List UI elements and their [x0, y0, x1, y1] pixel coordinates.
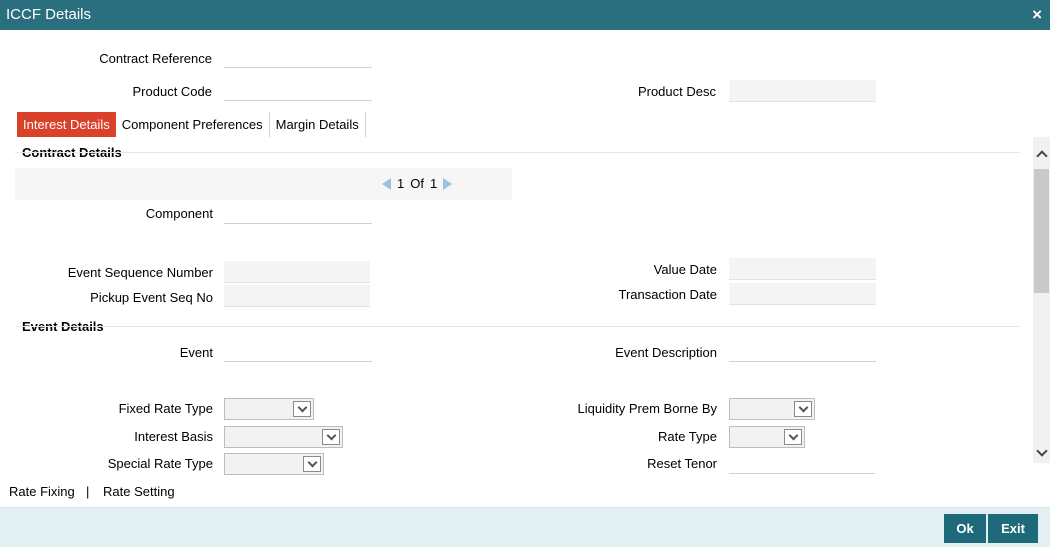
ok-button[interactable]: Ok [944, 514, 986, 543]
event-input[interactable] [224, 340, 372, 362]
tab-margin-details[interactable]: Margin Details [270, 112, 366, 137]
interest-details-panel: Contract Details 1 Of 1 Component Event … [0, 137, 1033, 475]
product-desc-label: Product Desc [637, 84, 716, 99]
tab-component-preferences[interactable]: Component Preferences [116, 112, 270, 137]
transaction-date-label: Transaction Date [618, 287, 717, 302]
tab-interest-details[interactable]: Interest Details [17, 112, 116, 137]
contract-reference-input[interactable] [224, 46, 372, 68]
pager-of: Of [410, 176, 424, 191]
rate-fixing-link[interactable]: Rate Fixing [9, 484, 75, 499]
event-sequence-number-field [224, 261, 370, 283]
tab-bar: Interest Details Component Preferences M… [17, 112, 366, 137]
interest-basis-label: Interest Basis [134, 429, 213, 444]
pickup-event-seq-field [224, 285, 370, 307]
next-arrow-icon[interactable] [443, 177, 453, 190]
chevron-down-icon[interactable] [794, 401, 812, 417]
pickup-event-seq-label: Pickup Event Seq No [90, 290, 213, 305]
chevron-down-icon[interactable] [322, 429, 340, 445]
chevron-up-icon[interactable] [1033, 145, 1050, 162]
prev-arrow-icon[interactable] [382, 177, 391, 190]
event-description-label: Event Description [615, 345, 717, 360]
event-sequence-number-label: Event Sequence Number [67, 265, 213, 280]
value-date-field [729, 258, 876, 280]
vertical-scrollbar[interactable] [1033, 137, 1050, 463]
chevron-down-icon[interactable] [303, 456, 321, 472]
liquidity-prem-borne-by-select[interactable] [729, 398, 815, 420]
event-label: Event [179, 345, 213, 360]
exit-button[interactable]: Exit [988, 514, 1038, 543]
window-title: ICCF Details [6, 6, 92, 23]
section-divider [15, 152, 1020, 153]
rate-setting-link[interactable]: Rate Setting [103, 484, 175, 499]
chevron-down-icon[interactable] [293, 401, 311, 417]
liquidity-prem-borne-by-label: Liquidity Prem Borne By [577, 401, 717, 416]
section-divider [15, 326, 1020, 327]
record-pager: 1 Of 1 [15, 168, 512, 200]
footer-bar: Ok Exit [0, 507, 1050, 547]
event-description-input[interactable] [729, 340, 876, 362]
component-input[interactable] [224, 202, 372, 224]
special-rate-type-select[interactable] [224, 453, 324, 475]
value-date-label: Value Date [653, 262, 717, 277]
pager-total: 1 [429, 176, 438, 191]
reset-tenor-input[interactable] [729, 452, 875, 474]
component-label: Component [145, 206, 213, 221]
product-code-input[interactable] [224, 79, 372, 101]
subscreen-links: Rate Fixing | Rate Setting [0, 476, 1050, 507]
rate-type-select[interactable] [729, 426, 805, 448]
scrollbar-thumb[interactable] [1034, 169, 1049, 293]
transaction-date-field [729, 283, 876, 305]
special-rate-type-label: Special Rate Type [107, 456, 213, 471]
rate-type-label: Rate Type [657, 429, 717, 444]
close-icon[interactable]: × [1032, 5, 1042, 25]
product-desc-field [729, 80, 876, 102]
window-title-bar: ICCF Details × [0, 0, 1050, 30]
product-code-label: Product Code [132, 84, 213, 99]
reset-tenor-label: Reset Tenor [647, 456, 717, 471]
link-separator: | [86, 484, 90, 499]
chevron-down-icon[interactable] [1033, 444, 1050, 461]
fixed-rate-type-select[interactable] [224, 398, 314, 420]
interest-basis-select[interactable] [224, 426, 343, 448]
contract-reference-label: Contract Reference [99, 51, 212, 66]
pager-current: 1 [397, 176, 405, 191]
chevron-down-icon[interactable] [784, 429, 802, 445]
fixed-rate-type-label: Fixed Rate Type [118, 401, 213, 416]
